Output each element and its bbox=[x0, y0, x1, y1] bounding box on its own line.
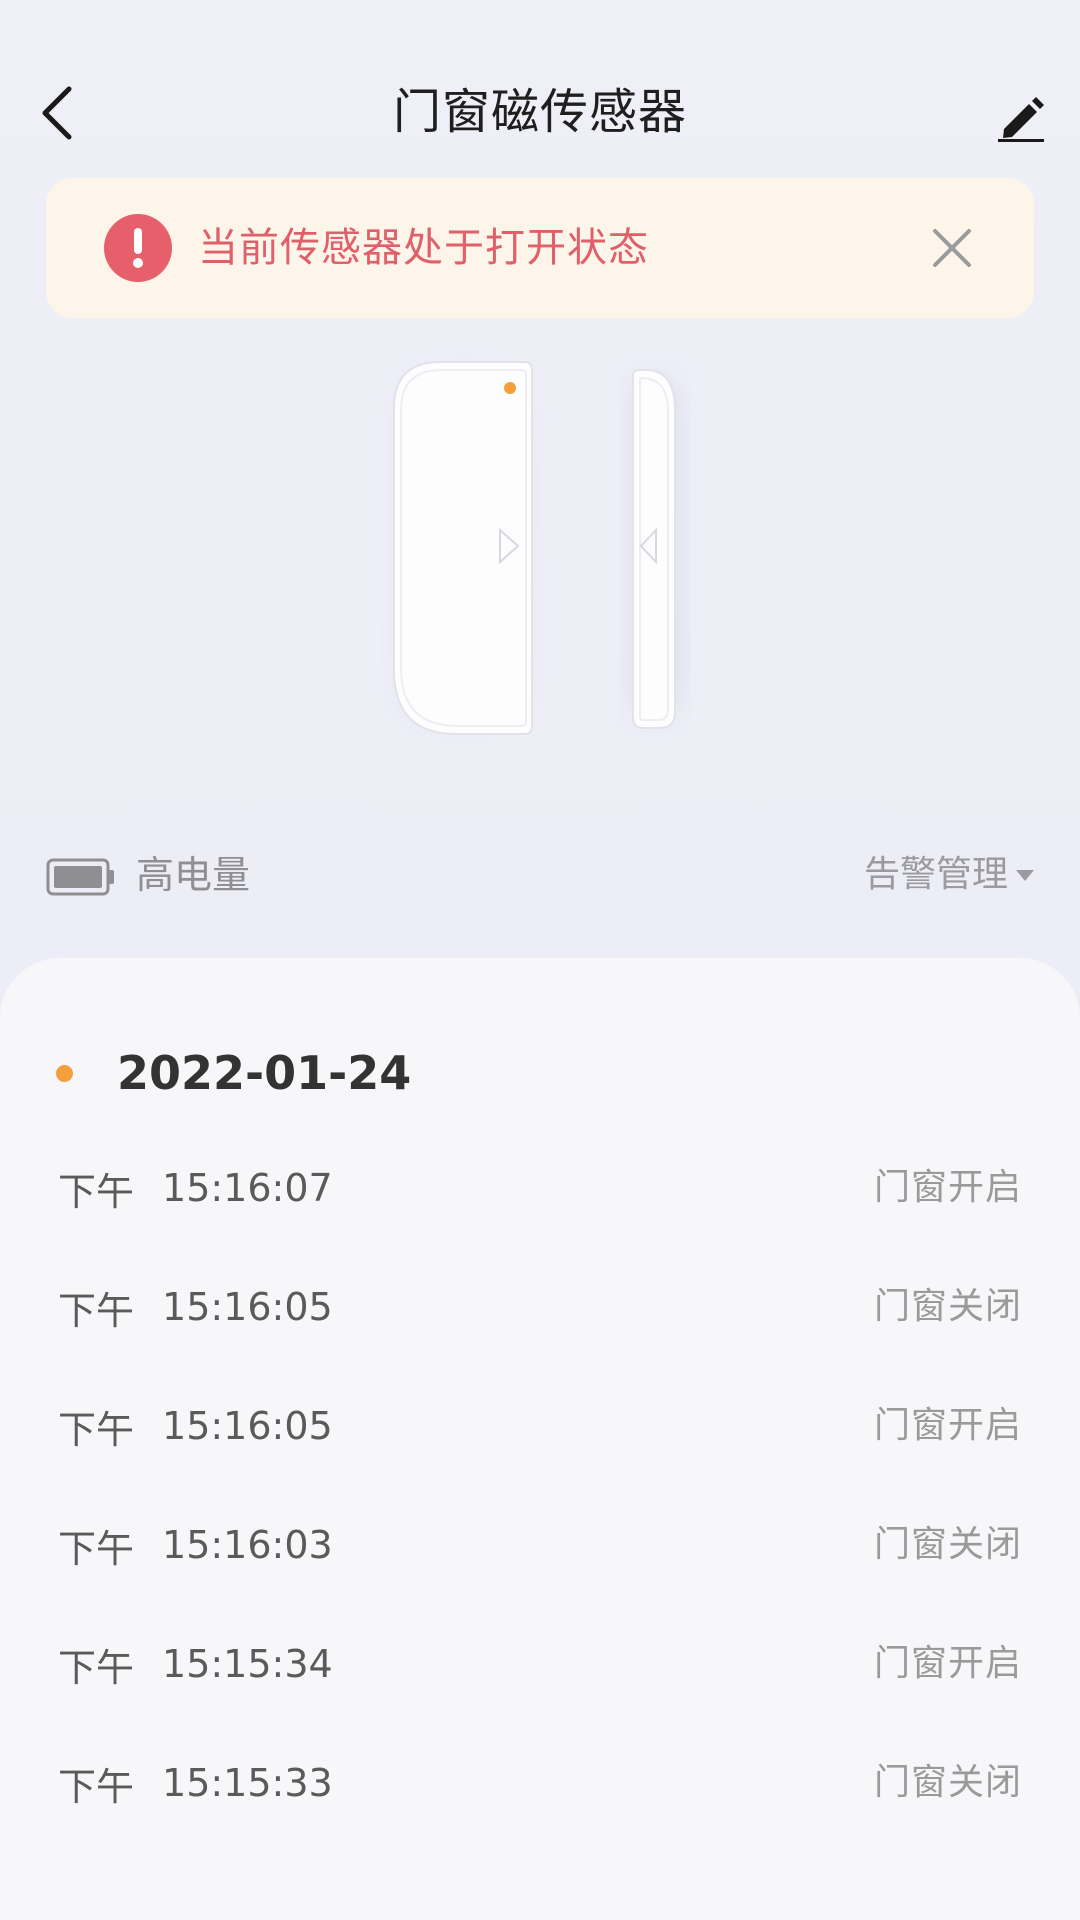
log-state: 门窗关闭 bbox=[873, 1762, 1022, 1803]
alarm-management-label: 告警管理 bbox=[863, 854, 1008, 895]
log-time: 15:16:03 bbox=[162, 1523, 333, 1567]
log-state: 门窗开启 bbox=[873, 1167, 1022, 1208]
log-date-header: 2022-01-24 bbox=[56, 1038, 411, 1108]
exclamation-circle-icon bbox=[104, 214, 172, 282]
log-period: 下午 bbox=[58, 1288, 135, 1333]
pencil-icon bbox=[998, 97, 1044, 142]
battery-level-label: 高电量 bbox=[136, 853, 251, 897]
log-time: 15:16:07 bbox=[162, 1166, 333, 1210]
alert-message: 当前传感器处于打开状态 bbox=[198, 225, 649, 271]
log-period: 下午 bbox=[58, 1764, 135, 1809]
sensor-device-illustration bbox=[380, 340, 700, 780]
log-period: 下午 bbox=[58, 1526, 135, 1571]
date-dot-icon bbox=[56, 1064, 73, 1082]
log-state: 门窗关闭 bbox=[873, 1286, 1022, 1327]
caret-down-icon bbox=[1016, 869, 1034, 881]
log-time: 15:16:05 bbox=[162, 1285, 333, 1329]
log-entry: 下午 15:16:05 门窗关闭 bbox=[58, 1277, 1022, 1396]
log-entry: 下午 15:16:05 门窗开启 bbox=[58, 1396, 1022, 1515]
log-state: 门窗开启 bbox=[873, 1405, 1022, 1446]
alert-close-button[interactable] bbox=[916, 212, 988, 284]
log-period: 下午 bbox=[58, 1645, 135, 1690]
log-entry: 下午 15:16:03 门窗关闭 bbox=[58, 1515, 1022, 1634]
status-row: 高电量 告警管理 bbox=[46, 840, 1034, 910]
log-period: 下午 bbox=[58, 1407, 135, 1452]
page-title: 门窗磁传感器 bbox=[392, 84, 687, 140]
close-icon bbox=[933, 229, 971, 267]
log-entry: 下午 15:15:34 门窗开启 bbox=[58, 1634, 1022, 1753]
log-time: 15:15:33 bbox=[162, 1761, 333, 1805]
edit-button[interactable] bbox=[986, 82, 1056, 152]
log-state: 门窗开启 bbox=[873, 1643, 1022, 1684]
alarm-management-dropdown[interactable]: 告警管理 bbox=[864, 846, 1034, 904]
battery-full-icon bbox=[46, 858, 114, 896]
status-alert-banner: 当前传感器处于打开状态 bbox=[46, 178, 1034, 318]
log-entry: 下午 15:15:33 门窗关闭 bbox=[58, 1753, 1022, 1872]
log-entry: 下午 15:16:07 门窗开启 bbox=[58, 1158, 1022, 1277]
event-log-panel: 2022-01-24 下午 15:16:07 门窗开启 下午 15:16:05 … bbox=[0, 958, 1080, 1920]
log-date: 2022-01-24 bbox=[117, 1046, 412, 1100]
log-period: 下午 bbox=[58, 1169, 135, 1214]
log-time: 15:16:05 bbox=[162, 1404, 333, 1448]
event-log-list: 下午 15:16:07 门窗开启 下午 15:16:05 门窗关闭 下午 15:… bbox=[58, 1158, 1022, 1872]
log-time: 15:15:34 bbox=[162, 1642, 333, 1686]
log-state: 门窗关闭 bbox=[873, 1524, 1022, 1565]
